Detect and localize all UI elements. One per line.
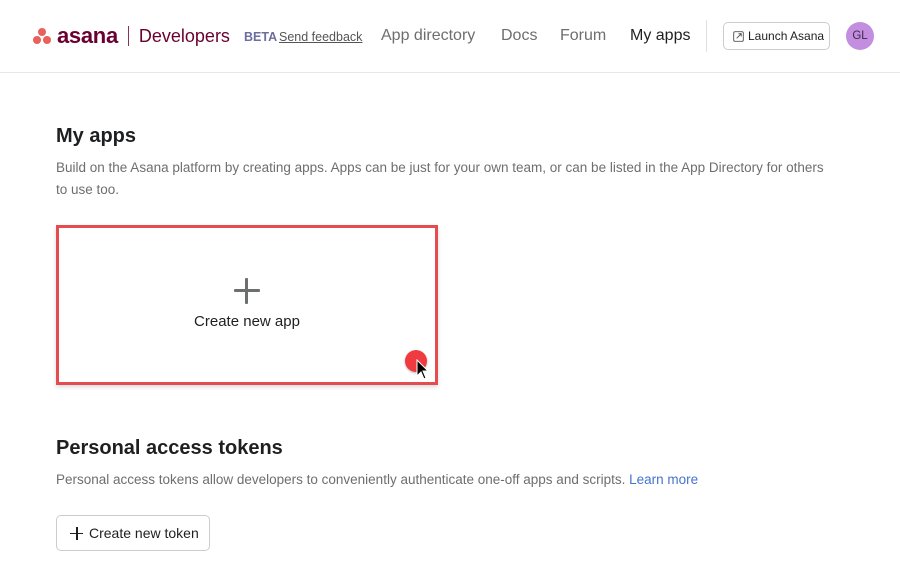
plus-icon xyxy=(234,278,260,304)
user-avatar[interactable]: GL xyxy=(846,22,874,50)
plus-icon xyxy=(70,526,83,540)
logo-divider xyxy=(127,26,129,46)
asana-logo-icon xyxy=(32,27,52,45)
top-navigation-bar: asana Developers BETA Send feedback App … xyxy=(0,0,900,73)
send-feedback-link[interactable]: Send feedback xyxy=(279,30,362,44)
personal-access-tokens-title: Personal access tokens xyxy=(56,437,283,459)
external-link-icon xyxy=(733,30,744,42)
tokens-description: Personal access tokens allow developers … xyxy=(56,470,698,490)
product-name: Developers xyxy=(138,26,230,46)
nav-app-directory[interactable]: App directory xyxy=(381,27,475,45)
nav-docs[interactable]: Docs xyxy=(501,27,537,45)
my-apps-description: Build on the Asana platform by creating … xyxy=(56,160,824,197)
nav-forum[interactable]: Forum xyxy=(560,27,606,45)
beta-badge: BETA xyxy=(244,30,278,44)
asana-developers-logo[interactable]: asana Developers xyxy=(32,24,230,48)
nav-my-apps[interactable]: My apps xyxy=(630,27,690,45)
mouse-cursor-icon xyxy=(416,359,430,380)
my-apps-title: My apps xyxy=(56,125,137,147)
create-new-app-label: Create new app xyxy=(194,313,300,330)
create-new-token-label: Create new token xyxy=(89,525,199,541)
learn-more-link[interactable]: Learn more xyxy=(629,472,698,487)
nav-divider xyxy=(706,20,707,52)
create-new-token-button[interactable]: Create new token xyxy=(56,515,210,551)
create-new-app-card[interactable]: Create new app xyxy=(56,225,438,385)
brand-name: asana xyxy=(57,23,118,48)
tokens-description-text: Personal access tokens allow developers … xyxy=(56,472,626,487)
launch-asana-label: Launch Asana xyxy=(748,29,825,43)
launch-asana-button[interactable]: Launch Asana xyxy=(723,22,830,50)
